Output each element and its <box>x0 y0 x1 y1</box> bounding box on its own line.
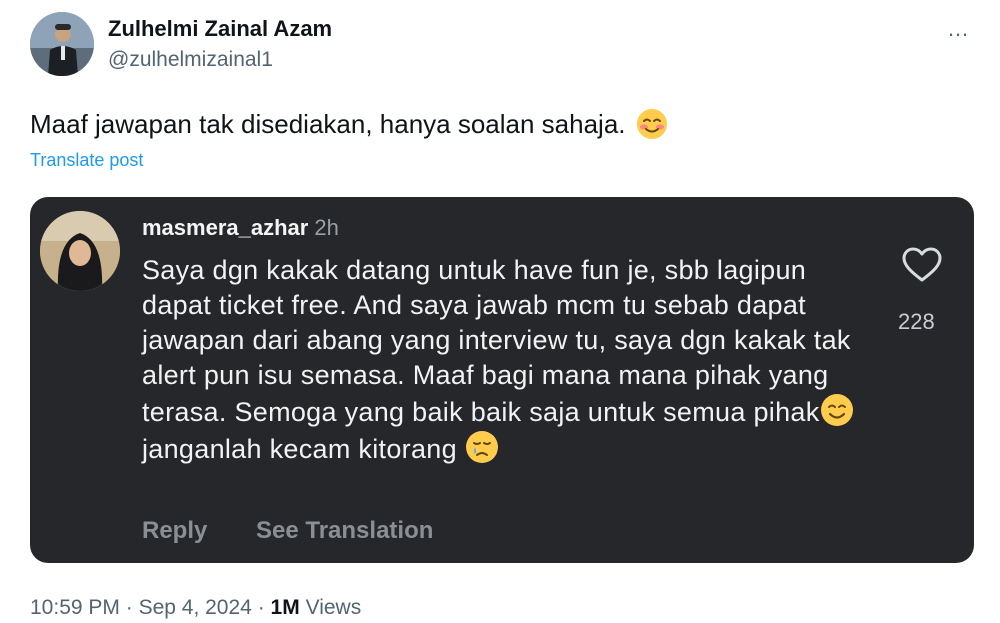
more-options-icon[interactable]: … <box>947 16 970 42</box>
smiling-blushing-face-icon <box>636 109 667 139</box>
commenter-avatar <box>40 211 120 291</box>
author-avatar[interactable] <box>30 12 94 76</box>
profile-photo-icon <box>40 211 120 291</box>
comment-body: Saya dgn kakak datang untuk have fun je,… <box>142 253 862 467</box>
meta-separator: · <box>125 596 133 619</box>
views-count: 1M <box>270 596 300 619</box>
commenter-username: masmera_azhar 2h <box>142 215 339 241</box>
commenter-username-text: masmera_azhar <box>142 215 309 240</box>
reply-button[interactable]: Reply <box>142 517 207 545</box>
post-time[interactable]: 10:59 PM <box>30 596 120 619</box>
author-handle[interactable]: @zulhelmizainal1 <box>108 48 273 72</box>
post-meta: 10:59 PM · Sep 4, 2024 · 1M Views <box>30 596 361 620</box>
see-translation-button[interactable]: See Translation <box>256 517 433 545</box>
post-date[interactable]: Sep 4, 2024 <box>139 596 252 619</box>
embedded-comment-card: masmera_azhar 2h Saya dgn kakak datang un… <box>30 197 974 563</box>
meta-separator: · <box>257 596 265 619</box>
tweet-text: Maaf jawapan tak disediakan, hanya soala… <box>30 108 626 139</box>
views-label: Views <box>305 596 362 619</box>
like-count: 228 <box>898 309 935 334</box>
smiling-face-icon <box>820 394 853 426</box>
comment-time: 2h <box>314 215 339 240</box>
comment-text-part2: janganlah kecam kitorang <box>142 434 465 464</box>
comment-text-part1: Saya dgn kakak datang untuk have fun je,… <box>142 255 851 427</box>
tweet-text-row: Maaf jawapan tak disediakan, hanya soala… <box>30 108 668 140</box>
heart-outline-icon[interactable] <box>902 247 942 283</box>
author-name[interactable]: Zulhelmi Zainal Azam <box>108 16 332 42</box>
translate-post-link[interactable]: Translate post <box>30 150 143 171</box>
crying-face-icon <box>465 431 498 463</box>
profile-photo-icon <box>30 12 94 76</box>
